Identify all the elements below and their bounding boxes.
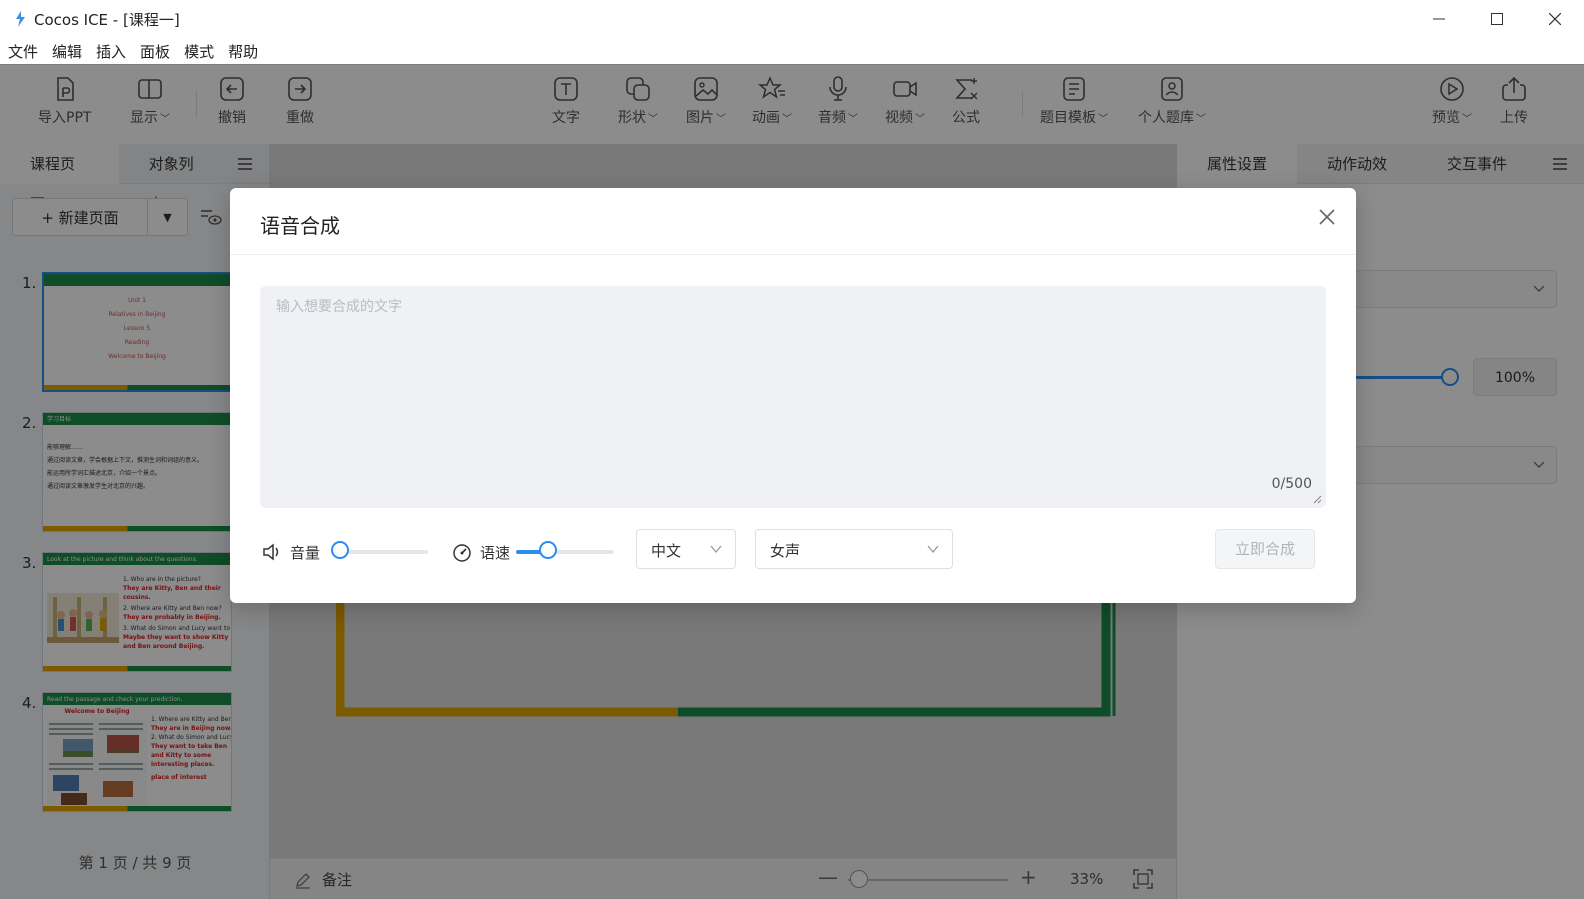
close-window-button[interactable]	[1526, 0, 1584, 38]
speed-slider-handle[interactable]	[539, 541, 558, 559]
menu-edit[interactable]: 编辑	[52, 41, 82, 62]
volume-icon	[263, 543, 279, 561]
chevron-down-icon	[710, 545, 722, 554]
text-input-placeholder: 输入想要合成的文字	[276, 299, 402, 315]
dialog-title: 语音合成	[260, 214, 340, 238]
minimize-icon	[1433, 18, 1445, 20]
voice-select[interactable]: 女声	[755, 529, 953, 569]
maximize-button[interactable]	[1468, 0, 1526, 38]
speed-label: 语速	[480, 544, 511, 562]
menu-panel[interactable]: 面板	[140, 41, 170, 62]
synthesis-controls: 音量 语速 中文 女声 立即合成	[260, 529, 1326, 573]
close-icon[interactable]	[1318, 208, 1336, 226]
language-value: 中文	[651, 542, 682, 560]
synthesize-button[interactable]: 立即合成	[1215, 529, 1315, 569]
volume-label: 音量	[290, 544, 321, 562]
menu-help[interactable]: 帮助	[228, 41, 258, 62]
menu-file[interactable]: 文件	[8, 41, 38, 62]
window-title: Cocos ICE - [课程一]	[34, 10, 180, 29]
close-icon	[1549, 13, 1561, 25]
resize-handle-icon[interactable]	[1312, 494, 1322, 504]
menu-mode[interactable]: 模式	[184, 41, 214, 62]
language-select[interactable]: 中文	[636, 529, 736, 569]
menu-insert[interactable]: 插入	[96, 41, 126, 62]
cocos-logo-icon	[16, 11, 25, 27]
volume-slider-handle[interactable]	[331, 541, 349, 559]
character-counter: 0/500	[1271, 476, 1312, 492]
title-bar: Cocos ICE - [课程一]	[0, 0, 1584, 38]
synthesis-text-input[interactable]: 输入想要合成的文字 0/500	[260, 286, 1326, 508]
volume-slider-track[interactable]	[340, 550, 428, 554]
speedometer-icon	[453, 544, 471, 562]
chevron-down-icon	[927, 545, 939, 554]
speech-synthesis-dialog: 语音合成 输入想要合成的文字 0/500 音量 语速 中文 女声 立即合成	[230, 188, 1356, 603]
minimize-button[interactable]	[1410, 0, 1468, 38]
voice-value: 女声	[770, 542, 801, 560]
menu-bar: 文件 编辑 插入 面板 模式 帮助	[0, 38, 1584, 64]
maximize-icon	[1491, 13, 1503, 25]
